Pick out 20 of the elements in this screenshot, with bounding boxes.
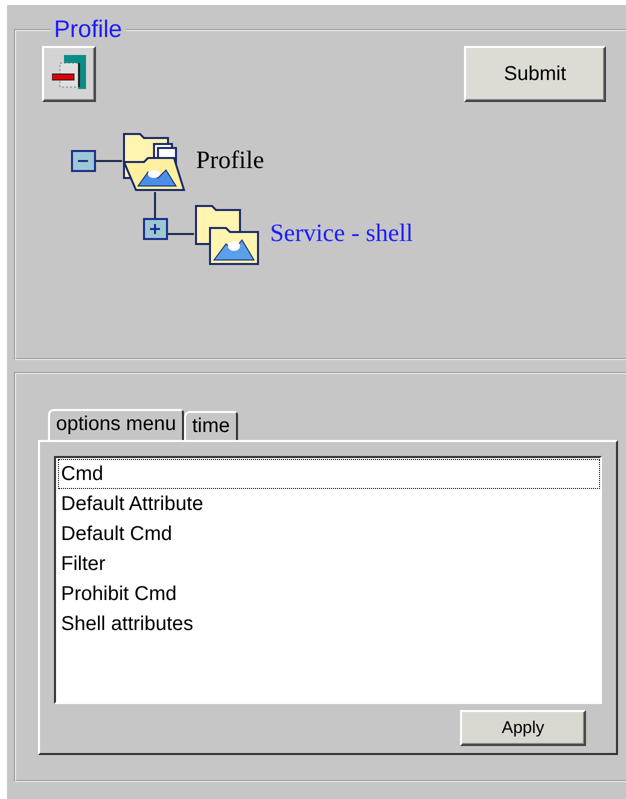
tree-node-label[interactable]: Service - shell [270,215,414,253]
plus-icon [149,223,161,235]
list-item[interactable]: Default Cmd [58,519,600,549]
submit-button[interactable]: Submit [464,46,606,102]
options-list[interactable]: Cmd Default Attribute Default Cmd Filter Prohibit Cmd Shell attributes [54,456,602,704]
list-item[interactable]: Prohibit Cmd [58,579,600,609]
list-item[interactable]: Cmd [58,459,600,489]
list-item[interactable]: Default Attribute [58,489,600,519]
panel-title: Profile [53,18,124,42]
tab[interactable]: options menu [48,409,184,440]
layout-tool-button[interactable] [42,46,96,102]
open-folder-icon [122,130,188,192]
list-item[interactable]: Shell attributes [58,609,600,639]
tree-node-label[interactable]: Profile [196,142,264,180]
collapse-toggle[interactable] [70,150,96,172]
apply-button[interactable]: Apply [460,710,586,746]
folders-icon [194,202,262,266]
list-item[interactable]: Filter [58,549,600,579]
expand-toggle[interactable] [142,218,168,240]
tab[interactable]: time [184,411,238,440]
